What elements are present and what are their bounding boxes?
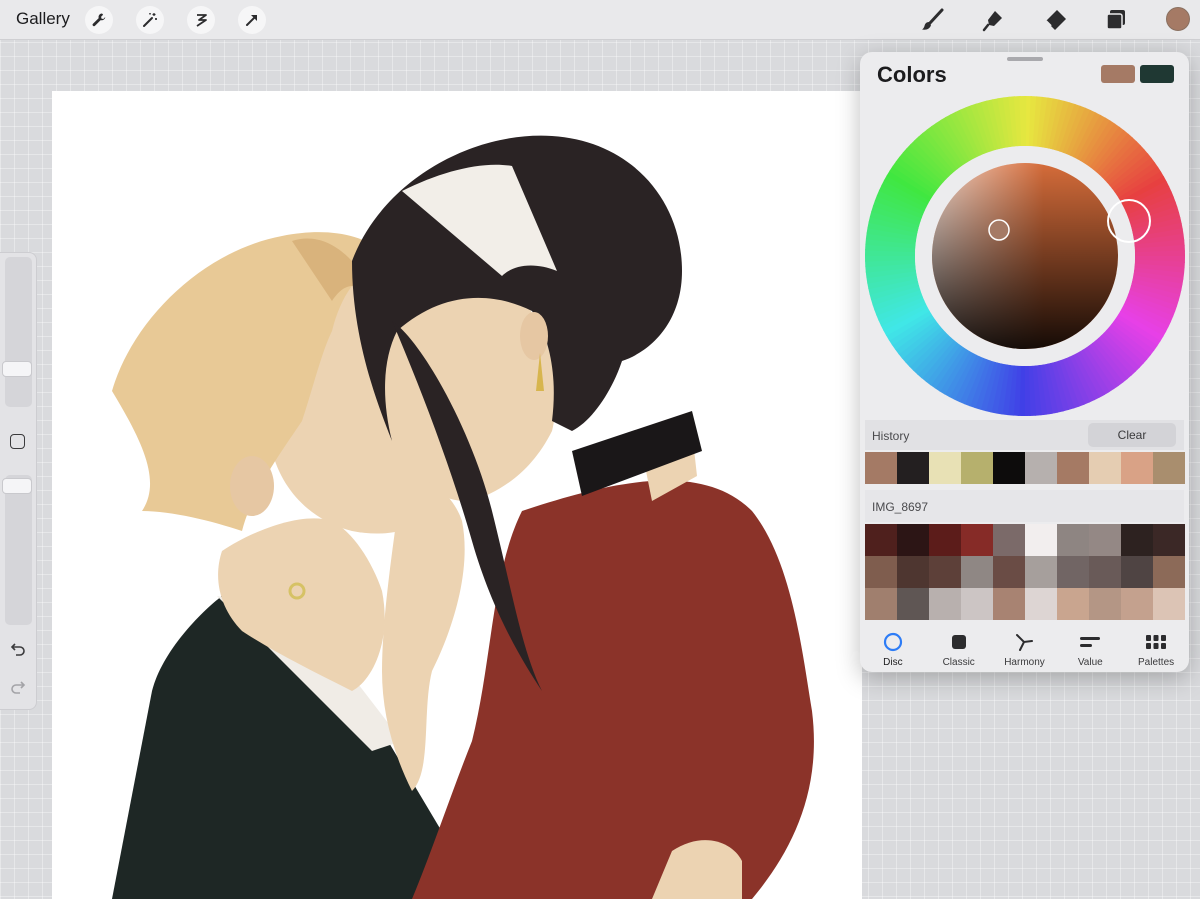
tab-value[interactable]: Value xyxy=(1057,626,1123,672)
tab-label: Palettes xyxy=(1138,657,1175,668)
colors-panel: Colors History Clear IMG_8697 Disc Class… xyxy=(860,52,1189,672)
panel-grabber[interactable] xyxy=(1007,57,1043,61)
transform-arrow-icon[interactable] xyxy=(238,6,266,34)
left-sidebar xyxy=(0,252,37,710)
clear-history-button[interactable]: Clear xyxy=(1088,423,1176,447)
disc-icon xyxy=(882,631,904,653)
palette-swatch[interactable] xyxy=(1153,556,1185,588)
palette-swatch[interactable] xyxy=(961,588,993,620)
panel-title: Colors xyxy=(877,62,947,87)
palette-swatch[interactable] xyxy=(897,588,929,620)
color-disc[interactable] xyxy=(865,96,1185,416)
history-header: History Clear xyxy=(865,420,1184,450)
brush-icon[interactable] xyxy=(918,5,948,35)
classic-square-icon xyxy=(948,631,970,653)
palette-swatch[interactable] xyxy=(929,556,961,588)
palette-swatch[interactable] xyxy=(1057,524,1089,556)
palette-swatch[interactable] xyxy=(1153,524,1185,556)
active-color-button[interactable] xyxy=(1166,7,1190,31)
tab-classic[interactable]: Classic xyxy=(926,626,992,672)
undo-icon[interactable] xyxy=(9,640,27,658)
palette-swatch[interactable] xyxy=(1121,524,1153,556)
palette-swatch[interactable] xyxy=(1089,588,1121,620)
history-swatch[interactable] xyxy=(1089,452,1121,484)
palette-swatch[interactable] xyxy=(1089,524,1121,556)
palette-swatch[interactable] xyxy=(961,556,993,588)
palette-swatch[interactable] xyxy=(865,588,897,620)
palette-swatch[interactable] xyxy=(993,588,1025,620)
tab-disc[interactable]: Disc xyxy=(860,626,926,672)
palette-swatch[interactable] xyxy=(993,524,1025,556)
history-label: History xyxy=(872,429,910,443)
history-swatch[interactable] xyxy=(1025,452,1057,484)
eraser-icon[interactable] xyxy=(1040,5,1070,35)
palette-swatch[interactable] xyxy=(1153,588,1185,620)
palette-swatch[interactable] xyxy=(1025,556,1057,588)
history-swatch[interactable] xyxy=(961,452,993,484)
magic-wand-icon[interactable] xyxy=(136,6,164,34)
palette-swatches xyxy=(865,524,1185,620)
palette-swatch[interactable] xyxy=(897,556,929,588)
palette-swatch[interactable] xyxy=(1025,588,1057,620)
harmony-icon xyxy=(1013,631,1035,653)
palette-swatch[interactable] xyxy=(929,588,961,620)
palette-swatch[interactable] xyxy=(865,524,897,556)
history-swatch[interactable] xyxy=(1153,452,1185,484)
top-toolbar: Gallery xyxy=(0,0,1200,40)
redo-icon[interactable] xyxy=(9,678,27,696)
palette-swatch[interactable] xyxy=(929,524,961,556)
palette-swatch[interactable] xyxy=(993,556,1025,588)
gallery-button[interactable]: Gallery xyxy=(16,9,70,29)
brush-size-thumb[interactable] xyxy=(2,361,32,377)
palette-swatch[interactable] xyxy=(1025,524,1057,556)
history-swatch[interactable] xyxy=(897,452,929,484)
history-swatch[interactable] xyxy=(929,452,961,484)
tab-label: Value xyxy=(1077,657,1103,668)
tab-label: Harmony xyxy=(1004,657,1045,668)
value-sliders-icon xyxy=(1079,631,1101,653)
palette-header: IMG_8697 xyxy=(865,490,1184,522)
opacity-slider[interactable] xyxy=(5,475,32,625)
palette-swatch[interactable] xyxy=(1057,588,1089,620)
wrench-icon[interactable] xyxy=(85,6,113,34)
palette-swatch[interactable] xyxy=(897,524,929,556)
modify-button[interactable] xyxy=(10,434,25,449)
smudge-icon[interactable] xyxy=(979,5,1009,35)
color-mode-tabs: Disc Classic Harmony Value Palettes xyxy=(860,626,1189,672)
primary-color-swatch[interactable] xyxy=(1101,65,1135,83)
palette-swatch[interactable] xyxy=(1089,556,1121,588)
palette-name: IMG_8697 xyxy=(872,500,929,514)
palette-swatch[interactable] xyxy=(1121,588,1153,620)
opacity-thumb[interactable] xyxy=(2,478,32,494)
brush-size-slider[interactable] xyxy=(5,257,32,407)
palettes-grid-icon xyxy=(1145,631,1167,653)
palette-swatch[interactable] xyxy=(961,524,993,556)
layers-icon[interactable] xyxy=(1101,5,1131,35)
artwork-illustration xyxy=(112,135,814,899)
history-swatch[interactable] xyxy=(1121,452,1153,484)
tab-harmony[interactable]: Harmony xyxy=(992,626,1058,672)
tab-label: Disc xyxy=(883,657,903,668)
drawing-canvas[interactable] xyxy=(52,91,862,899)
history-swatch[interactable] xyxy=(865,452,897,484)
palette-swatch[interactable] xyxy=(865,556,897,588)
history-swatch[interactable] xyxy=(993,452,1025,484)
history-swatches xyxy=(865,452,1185,484)
secondary-color-swatch[interactable] xyxy=(1140,65,1174,83)
palette-swatch[interactable] xyxy=(1057,556,1089,588)
tab-label: Classic xyxy=(942,657,975,668)
tab-palettes[interactable]: Palettes xyxy=(1123,626,1189,672)
palette-swatch[interactable] xyxy=(1121,556,1153,588)
selection-icon[interactable] xyxy=(187,6,215,34)
history-swatch[interactable] xyxy=(1057,452,1089,484)
